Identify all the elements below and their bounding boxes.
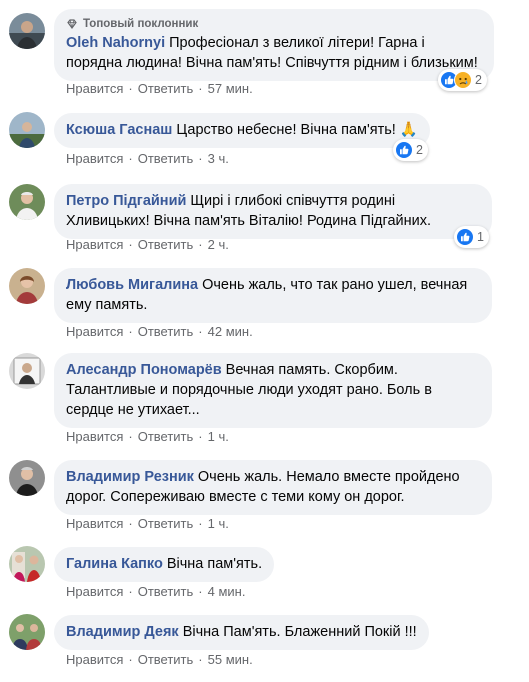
- reaction-summary[interactable]: 1: [454, 226, 489, 248]
- reply-button[interactable]: Ответить: [138, 516, 194, 531]
- comment-actions: Нравится · Ответить · 3 ч.: [66, 151, 229, 167]
- like-button[interactable]: Нравится: [66, 324, 123, 339]
- avatar[interactable]: [9, 13, 45, 49]
- sad-icon: [454, 71, 472, 89]
- comment-actions: Нравится · Ответить · 1 ч.: [66, 429, 229, 445]
- reaction-summary[interactable]: 2: [393, 139, 428, 161]
- comment-bubble: Петро Підгайний Щирі і глибокі співчуття …: [54, 184, 492, 239]
- like-button[interactable]: Нравится: [66, 151, 123, 166]
- comment-time[interactable]: 55 мин.: [208, 652, 253, 667]
- reply-button[interactable]: Ответить: [138, 151, 194, 166]
- top-fan-badge: Топовый поклонник: [66, 16, 482, 32]
- diamond-icon: [67, 19, 77, 30]
- separator-dot: ·: [128, 429, 133, 444]
- separator-dot: ·: [198, 324, 203, 339]
- avatar[interactable]: [9, 268, 45, 304]
- avatar[interactable]: [9, 546, 45, 582]
- comment-author[interactable]: Oleh Nahornyi: [66, 35, 165, 51]
- like-icon: [456, 228, 474, 246]
- comment-bubble: Галина Капко Вічна пам'ять.: [54, 547, 275, 582]
- separator-dot: ·: [198, 81, 203, 96]
- comment-bubble: Топовый поклонник Oleh Nahornyi Професіон…: [54, 9, 494, 81]
- separator-dot: ·: [128, 324, 133, 339]
- separator-dot: ·: [128, 652, 133, 667]
- like-button[interactable]: Нравится: [66, 237, 123, 252]
- comment-text: Вічна Пам'ять. Блаженний Покій !!!: [182, 624, 417, 640]
- separator-dot: ·: [128, 584, 133, 599]
- separator-dot: ·: [128, 151, 133, 166]
- separator-dot: ·: [128, 237, 133, 252]
- avatar[interactable]: [9, 353, 45, 389]
- like-button[interactable]: Нравится: [66, 81, 123, 96]
- like-button[interactable]: Нравится: [66, 516, 123, 531]
- like-button[interactable]: Нравится: [66, 584, 123, 599]
- comment-bubble: Любовь Мигалина Очень жаль, что так рано …: [54, 268, 492, 323]
- avatar[interactable]: [9, 460, 45, 496]
- like-icon: [395, 141, 413, 159]
- comment-bubble: Владимир Деяк Вічна Пам'ять. Блаженний По…: [54, 615, 429, 650]
- comment-bubble: Владимир Резник Очень жаль. Немало вместе…: [54, 460, 492, 515]
- separator-dot: ·: [128, 81, 133, 96]
- comment-author[interactable]: Галина Капко: [66, 556, 163, 572]
- comment-author[interactable]: Ксюша Гаснаш: [66, 122, 172, 138]
- separator-dot: ·: [198, 584, 203, 599]
- separator-dot: ·: [198, 652, 203, 667]
- comment-time[interactable]: 2 ч.: [208, 237, 229, 252]
- comment-author[interactable]: Любовь Мигалина: [66, 277, 198, 293]
- reaction-count: 1: [477, 230, 484, 244]
- reply-button[interactable]: Ответить: [138, 429, 194, 444]
- reply-button[interactable]: Ответить: [138, 652, 194, 667]
- comment-author[interactable]: Владимир Деяк: [66, 624, 179, 640]
- avatar[interactable]: [9, 112, 45, 148]
- reply-button[interactable]: Ответить: [138, 324, 194, 339]
- comment-time[interactable]: 42 мин.: [208, 324, 253, 339]
- separator-dot: ·: [198, 429, 203, 444]
- separator-dot: ·: [198, 516, 203, 531]
- comment-text: Царство небесне! Вічна пам'ять! 🙏: [176, 122, 418, 138]
- comment-actions: Нравится · Ответить · 4 мин.: [66, 584, 245, 600]
- reaction-summary[interactable]: 2: [438, 69, 487, 91]
- comment-actions: Нравится · Ответить · 57 мин.: [66, 81, 253, 97]
- reaction-count: 2: [475, 73, 482, 87]
- comment-time[interactable]: 57 мин.: [208, 81, 253, 96]
- reply-button[interactable]: Ответить: [138, 81, 194, 96]
- like-button[interactable]: Нравится: [66, 652, 123, 667]
- comment-actions: Нравится · Ответить · 1 ч.: [66, 516, 229, 532]
- comment-text: Вічна пам'ять.: [166, 556, 263, 572]
- separator-dot: ·: [198, 151, 203, 166]
- comment-time[interactable]: 1 ч.: [208, 516, 229, 531]
- comment-author[interactable]: Алесандр Пономарёв: [66, 362, 222, 378]
- separator-dot: ·: [128, 516, 133, 531]
- comment-time[interactable]: 1 ч.: [208, 429, 229, 444]
- reply-button[interactable]: Ответить: [138, 584, 194, 599]
- comment-actions: Нравится · Ответить · 2 ч.: [66, 237, 229, 253]
- separator-dot: ·: [198, 237, 203, 252]
- like-button[interactable]: Нравится: [66, 429, 123, 444]
- top-fan-label: Топовый поклонник: [83, 18, 199, 30]
- comment-time[interactable]: 3 ч.: [208, 151, 229, 166]
- comment-bubble: Ксюша Гаснаш Царство небесне! Вічна пам'я…: [54, 113, 430, 148]
- reply-button[interactable]: Ответить: [138, 237, 194, 252]
- avatar[interactable]: [9, 614, 45, 650]
- avatar[interactable]: [9, 184, 45, 220]
- comment-actions: Нравится · Ответить · 42 мин.: [66, 324, 253, 340]
- comment-actions: Нравится · Ответить · 55 мин.: [66, 652, 253, 668]
- comment-bubble: Алесандр Пономарёв Вечная память. Скорбим…: [54, 353, 492, 428]
- comment-author[interactable]: Петро Підгайний: [66, 193, 186, 209]
- reaction-count: 2: [416, 143, 423, 157]
- comment-time[interactable]: 4 мин.: [208, 584, 246, 599]
- comment-author[interactable]: Владимир Резник: [66, 469, 194, 485]
